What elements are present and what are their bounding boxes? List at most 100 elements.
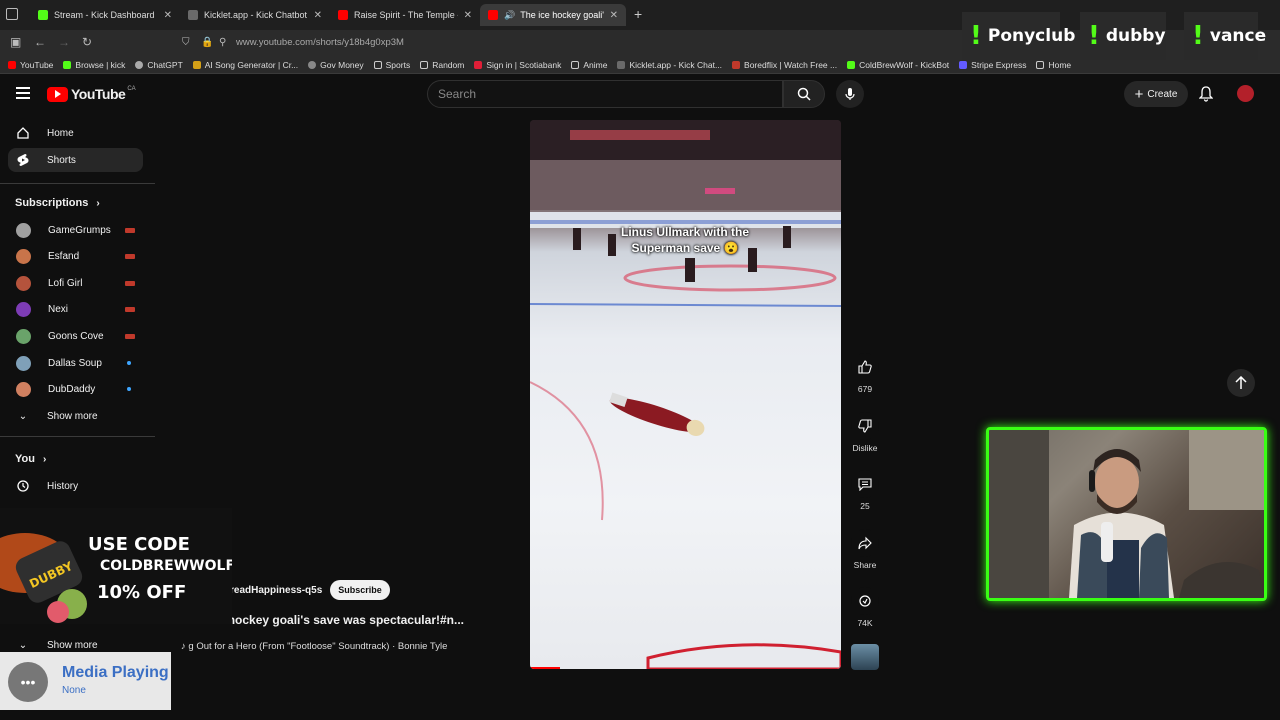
- bookmark-item[interactable]: ColdBrewWolf - KickBot: [847, 60, 949, 70]
- site-settings-icon[interactable]: ⚲: [219, 37, 226, 48]
- bookmark-item[interactable]: Kicklet.app - Kick Chat...: [617, 60, 722, 70]
- youtube-logo[interactable]: YouTube CA: [47, 86, 136, 102]
- close-icon[interactable]: ✕: [308, 10, 322, 21]
- bookmark-item[interactable]: Stripe Express: [959, 60, 1026, 70]
- bookmark-item[interactable]: AI Song Generator | Cr...: [192, 59, 299, 70]
- chevron-right-icon: ›: [96, 197, 100, 209]
- bookmark-folder[interactable]: Sports: [373, 60, 410, 70]
- sidebar-item-lofi-girl[interactable]: Lofi Girl: [8, 271, 143, 295]
- promo-line: 10% OFF: [97, 582, 187, 603]
- sidebar-item-label: GameGrumps: [48, 224, 111, 236]
- sidebar-item-shorts[interactable]: Shorts: [8, 148, 143, 172]
- comments-action[interactable]: 25: [851, 470, 879, 511]
- sidebar-toggle-icon[interactable]: ▣: [10, 35, 21, 49]
- sidebar-item-goons-cove[interactable]: Goons Cove: [8, 324, 143, 348]
- you-heading-label: You: [15, 453, 35, 465]
- shield-icon[interactable]: ⛉: [182, 37, 190, 48]
- live-icon: [125, 306, 135, 312]
- dislike-button[interactable]: [851, 412, 879, 440]
- tab-kicklet[interactable]: Kicklet.app - Kick Chatbot and C ✕: [180, 4, 330, 26]
- tab-actions-icon[interactable]: [6, 8, 18, 20]
- tab-label: Raise Spirit - The Temple - YouT: [354, 10, 458, 20]
- channel-row: readHappiness-q5s Subscribe: [230, 580, 390, 600]
- reload-icon[interactable]: ↻: [82, 35, 92, 49]
- url-field[interactable]: www.youtube.com/shorts/y18b4g0xp3M: [236, 37, 404, 48]
- remix-action[interactable]: 74K: [851, 587, 879, 628]
- live-icon: [125, 280, 135, 286]
- subscriptions-heading[interactable]: Subscriptions ›: [15, 197, 100, 209]
- youtube-play-icon: [47, 86, 68, 102]
- create-label: Create: [1147, 88, 1178, 100]
- account-avatar[interactable]: [1237, 85, 1254, 102]
- music-title: g Out for a Hero (From "Footloose" Sound…: [188, 641, 448, 652]
- bookmark-folder[interactable]: Anime: [571, 60, 607, 70]
- create-button[interactable]: + Create: [1124, 81, 1188, 107]
- sidebar-item-dallas-soup[interactable]: Dallas Soup: [8, 351, 143, 375]
- bookmark-item[interactable]: Boredflix | Watch Free ...: [732, 60, 837, 70]
- sound-thumbnail[interactable]: [851, 644, 879, 670]
- subscribe-button[interactable]: Subscribe: [330, 580, 390, 600]
- bookmark-label: Home: [1048, 59, 1072, 70]
- comment-icon: [858, 478, 872, 491]
- bookmark-label: Browse | kick: [75, 59, 126, 70]
- sidebar-item-esfand[interactable]: Esfand: [8, 244, 143, 268]
- sidebar-item-gamegrumps[interactable]: GameGrumps: [8, 218, 143, 242]
- tab-ice-hockey[interactable]: 🔊 The ice hockey goali's save ✕: [480, 4, 626, 26]
- bookmark-label: Boredflix | Watch Free ...: [744, 59, 838, 70]
- bookmark-item[interactable]: YouTube: [8, 60, 53, 70]
- you-heading[interactable]: You ›: [15, 453, 46, 465]
- avatar: [16, 301, 31, 317]
- sidebar-item-nexi[interactable]: Nexi: [8, 297, 143, 321]
- dislike-action[interactable]: Dislike: [851, 412, 879, 453]
- sidebar-item-dubdaddy[interactable]: DubDaddy: [8, 377, 143, 401]
- share-button[interactable]: [851, 529, 879, 557]
- share-action[interactable]: Share: [851, 529, 879, 570]
- channel-name[interactable]: readHappiness-q5s: [230, 585, 322, 596]
- audio-icon[interactable]: 🔊: [504, 10, 515, 21]
- caption-line: Linus Ullmark with the: [620, 225, 749, 239]
- search-button[interactable]: [783, 80, 825, 108]
- like-action[interactable]: 679: [851, 353, 879, 394]
- promo-code: COLDBREWWOLF: [100, 558, 232, 574]
- remix-button[interactable]: [851, 587, 879, 615]
- folder-icon: [420, 60, 429, 69]
- hamburger-menu-icon[interactable]: [16, 87, 30, 99]
- sidebar-item-history[interactable]: History: [8, 474, 143, 498]
- back-icon[interactable]: ←: [34, 35, 46, 49]
- sidebar-item-home[interactable]: Home: [8, 121, 143, 145]
- bookmark-item[interactable]: Browse | kick: [63, 60, 125, 70]
- new-tab-button[interactable]: +: [634, 6, 642, 22]
- shorts-icon: [16, 153, 30, 167]
- tab-raise-spirit[interactable]: Raise Spirit - The Temple - YouT ✕: [330, 4, 480, 26]
- kickbot-icon: [847, 60, 856, 69]
- voice-search-button[interactable]: [836, 80, 864, 108]
- notifications-bell-icon[interactable]: [1198, 86, 1214, 107]
- tab-kick-dashboard[interactable]: Stream - Kick Dashboard ✕: [30, 4, 180, 26]
- previous-short-button[interactable]: [1227, 369, 1255, 397]
- like-button[interactable]: [851, 353, 879, 381]
- show-more-subscriptions[interactable]: ⌄ Show more: [8, 404, 143, 428]
- lock-icon[interactable]: 🔒: [201, 37, 213, 48]
- bookmark-label: ChatGPT: [147, 59, 183, 70]
- close-icon[interactable]: ✕: [158, 10, 172, 21]
- avatar: [16, 248, 31, 264]
- bookmark-label: AI Song Generator | Cr...: [204, 59, 299, 70]
- forward-icon[interactable]: →: [58, 35, 70, 49]
- dislike-label: Dislike: [852, 443, 878, 453]
- bookmark-item[interactable]: Gov Money: [308, 60, 364, 70]
- show-more-label: Show more: [47, 410, 98, 422]
- close-icon[interactable]: ✕: [604, 10, 618, 21]
- shorts-video-player[interactable]: [530, 120, 841, 669]
- search-input[interactable]: Search: [427, 80, 783, 108]
- comments-button[interactable]: [851, 470, 879, 498]
- new-content-dot-icon: [127, 387, 131, 391]
- bookmark-item[interactable]: ChatGPT: [135, 59, 183, 70]
- music-info[interactable]: ♪ g Out for a Hero (From "Footloose" Sou…: [181, 641, 447, 652]
- youtube-favicon-icon: [488, 10, 498, 20]
- bookmark-item[interactable]: Sign in | Scotiabank: [474, 60, 561, 70]
- bookmark-folder[interactable]: Home: [1036, 60, 1071, 70]
- bookmark-folder[interactable]: Random: [420, 60, 464, 70]
- more-options-icon: •••: [8, 662, 48, 702]
- close-icon[interactable]: ✕: [458, 10, 472, 21]
- chevron-down-icon: ⌄: [18, 410, 28, 422]
